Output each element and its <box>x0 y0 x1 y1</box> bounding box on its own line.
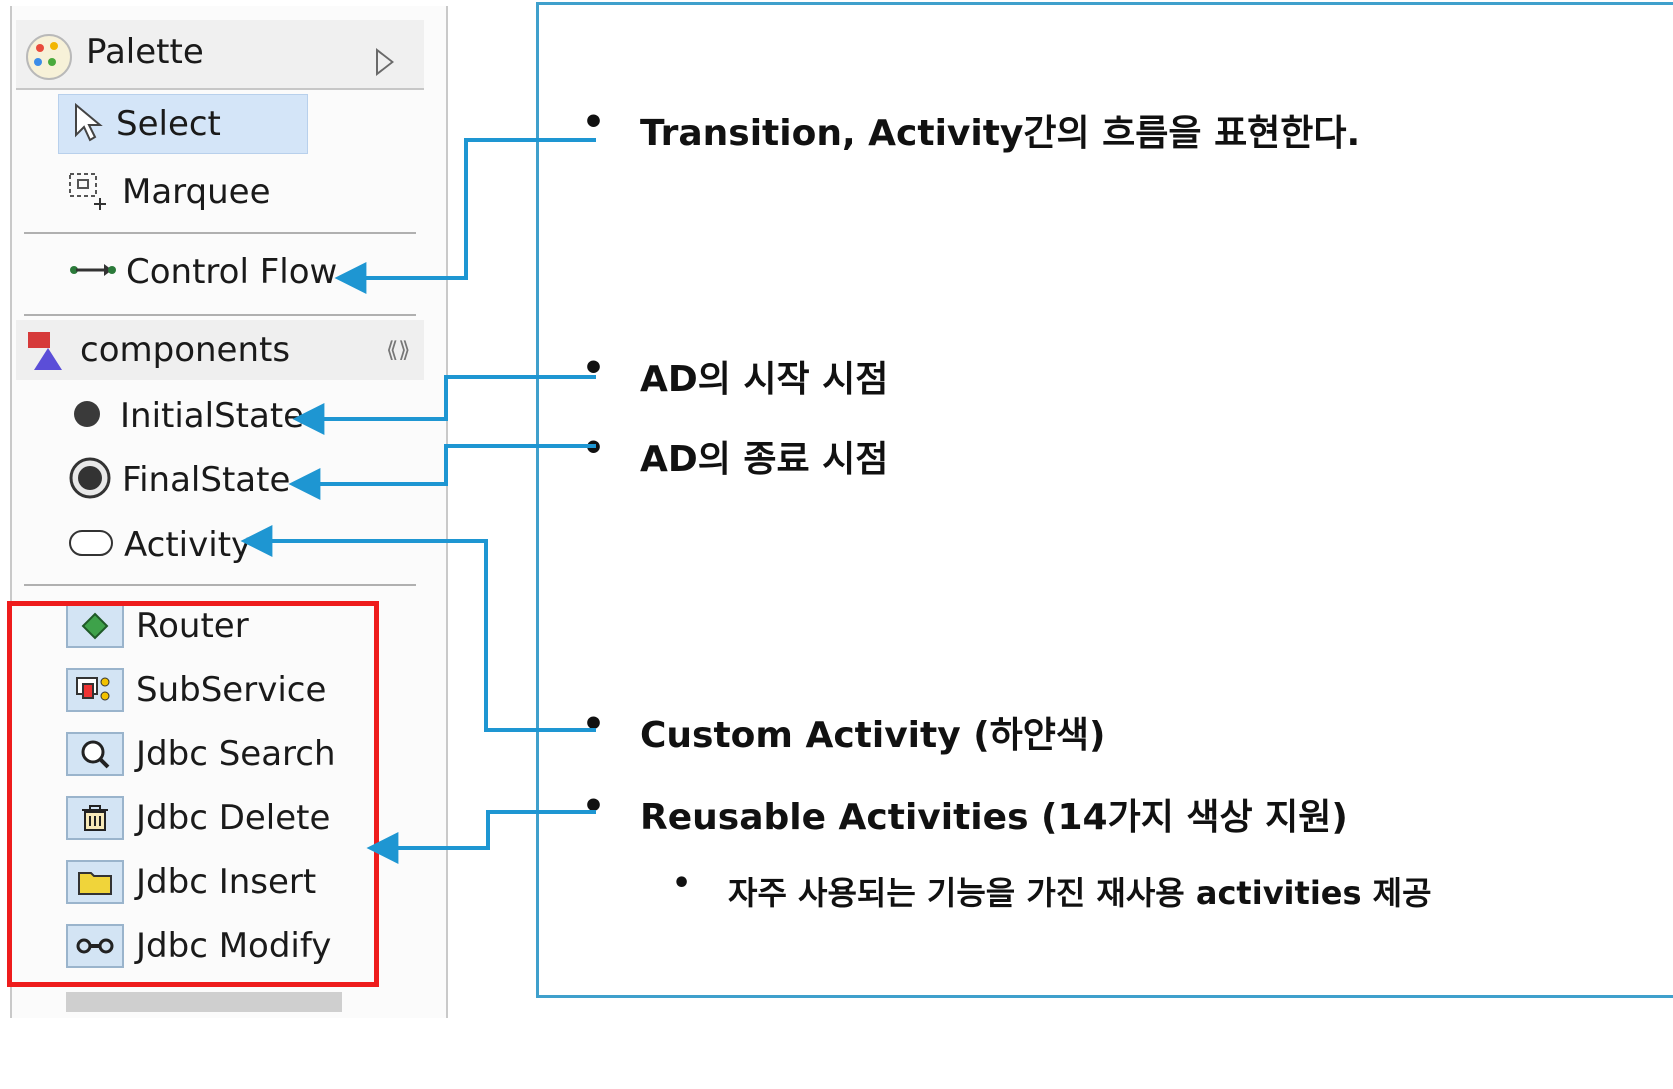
connector-arrows <box>240 138 596 864</box>
arrow-activity <box>240 525 596 732</box>
arrow-reusable <box>366 810 596 864</box>
arrow-initial-state <box>292 375 596 435</box>
arrow-control-flow <box>334 138 596 294</box>
arrow-final-state <box>288 444 596 500</box>
